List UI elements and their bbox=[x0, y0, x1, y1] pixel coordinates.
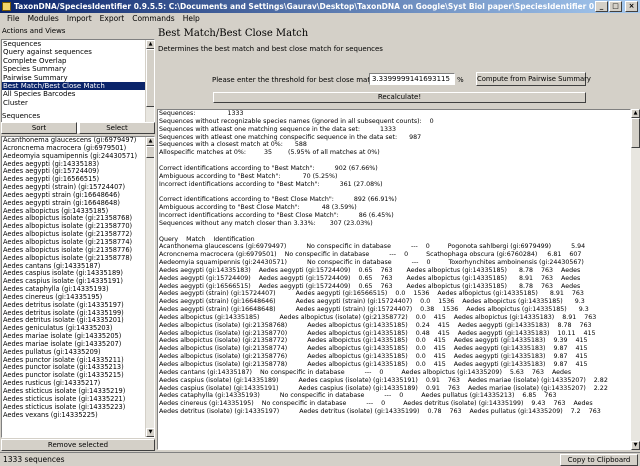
window-title: TaxonDNA/SpeciesIdentifier 0.9.5.5: C:\D… bbox=[14, 2, 599, 11]
view-item[interactable]: Cluster bbox=[2, 99, 154, 107]
result-line: Sequences with a closest match at 0%: 58… bbox=[159, 141, 307, 149]
result-line: Sequences with atleast one matching cons… bbox=[159, 133, 422, 141]
status-text: 1333 sequences bbox=[3, 455, 65, 464]
menu-item-import[interactable]: Import bbox=[63, 13, 96, 25]
views-label: Actions and Views bbox=[2, 27, 66, 35]
result-line: Aedes caspius (isolate) (gi:14335189) Ae… bbox=[159, 376, 608, 384]
select-button[interactable]: Select bbox=[79, 122, 155, 134]
results-textarea[interactable]: Sequences: 1333 Sequences without recogni… bbox=[157, 109, 631, 450]
menu-item-help[interactable]: Help bbox=[179, 13, 204, 25]
result-line: Aedeomyia squamipennis (gi:24430571) No … bbox=[159, 259, 584, 267]
menu-item-file[interactable]: File bbox=[3, 13, 24, 25]
sequence-scrollbar[interactable]: ▲ ▼ bbox=[145, 137, 154, 437]
view-item[interactable]: Best Match/Best Close Match bbox=[2, 81, 154, 91]
view-item[interactable]: Sequences bbox=[2, 40, 154, 48]
threshold-label: Please enter the threshold for best clos… bbox=[212, 76, 381, 84]
app-icon bbox=[2, 2, 11, 11]
close-button[interactable]: × bbox=[625, 1, 638, 12]
view-item[interactable]: Complete Overlap bbox=[2, 57, 154, 65]
view-item[interactable]: Query against sequences bbox=[2, 48, 154, 56]
page-description: Determines the best match and best close… bbox=[158, 45, 383, 53]
window-controls: _ □ × bbox=[595, 1, 638, 12]
result-line: Sequences: 1333 bbox=[159, 110, 244, 117]
result-line: Ambiguous according to "Best Close Match… bbox=[159, 204, 357, 212]
remove-selected-button[interactable]: Remove selected bbox=[1, 439, 155, 451]
result-line: Correct identifications according to "Be… bbox=[159, 164, 378, 172]
compute-from-pairwise-button[interactable]: Compute from Pairwise Summary bbox=[476, 72, 591, 86]
page-title: Best Match/Best Close Match bbox=[158, 28, 309, 39]
scroll-up-icon[interactable]: ▲ bbox=[631, 109, 640, 118]
result-line: Aedes albopictus (isolate) (gi:21358778)… bbox=[159, 361, 588, 368]
result-line: Acanthonema glaucescens (gi:6979497) No … bbox=[159, 243, 586, 251]
scroll-thumb[interactable] bbox=[146, 49, 154, 107]
result-line: Aedes aegypti (strain) (gi:16648646) Aed… bbox=[159, 298, 585, 306]
main-panel: Best Match/Best Close Match Determines t… bbox=[157, 26, 640, 452]
scroll-up-icon[interactable]: ▲ bbox=[146, 40, 154, 49]
scroll-down-icon[interactable]: ▼ bbox=[146, 428, 154, 437]
view-item[interactable]: Species Summary bbox=[2, 65, 154, 73]
recalculate-button[interactable]: Recalculate! bbox=[213, 92, 586, 103]
left-panel: Actions and Views Sequences Query against… bbox=[0, 26, 156, 452]
menu-item-export[interactable]: Export bbox=[96, 13, 129, 25]
sort-button[interactable]: Sort bbox=[1, 122, 77, 134]
maximize-button[interactable]: □ bbox=[609, 1, 622, 12]
result-line bbox=[158, 188, 630, 196]
result-line: Aedes albopictus (isolate) (gi:21358770)… bbox=[159, 329, 596, 337]
result-line: Aedes albopictus (gi:14335185) Aedes alb… bbox=[159, 313, 597, 321]
scroll-thumb[interactable] bbox=[146, 146, 154, 158]
result-line: Aedes cantans (gi:14335187) No conspecif… bbox=[159, 368, 572, 376]
result-line bbox=[158, 157, 630, 165]
result-line: Aedes aegypti (gi:14335183) Aedes aegypt… bbox=[159, 266, 581, 274]
title-bar: TaxonDNA/SpeciesIdentifier 0.9.5.5: C:\D… bbox=[0, 0, 640, 13]
result-line: Sequences without recognizable species n… bbox=[159, 117, 434, 125]
result-line: Aedes albopictus (isolate) (gi:21358776)… bbox=[159, 353, 588, 361]
result-line: Aedes aegypti (gi:16566515) Aedes aegypt… bbox=[159, 282, 581, 290]
views-scrollbar[interactable]: ▲ ▼ bbox=[145, 40, 154, 132]
result-line: Incorrect identifications according to "… bbox=[159, 211, 394, 219]
view-item[interactable]: All Species Barcodes bbox=[2, 90, 154, 98]
result-line: Aedes detritus (isolate) (gi:14335197) A… bbox=[159, 408, 601, 416]
minimize-button[interactable]: _ bbox=[595, 1, 608, 12]
result-line: Aedes albopictus (isolate) (gi:21358768)… bbox=[159, 321, 592, 329]
result-line: Aedes aegypti (strain) (gi:15724407) Aed… bbox=[159, 290, 584, 298]
result-line: Aedes albopictus (isolate) (gi:21358772)… bbox=[159, 337, 588, 345]
result-line: Ambiguous according to "Best Match": 70 … bbox=[159, 172, 338, 180]
percent-label: % bbox=[457, 76, 464, 84]
results-scrollbar[interactable]: ▲ ▼ bbox=[631, 109, 640, 450]
result-line: Acroncnema macrocera (gi:6979501) No con… bbox=[159, 251, 582, 259]
result-line: Correct identifications according to "Be… bbox=[159, 196, 397, 204]
result-line: Aedes albopictus (isolate) (gi:21358774)… bbox=[159, 345, 588, 353]
scroll-down-icon[interactable]: ▼ bbox=[631, 441, 640, 450]
menu-item-modules[interactable]: Modules bbox=[24, 13, 63, 25]
result-line bbox=[158, 228, 630, 236]
result-line: Incorrect identifications according to "… bbox=[159, 180, 383, 188]
result-line: Sequences with atleast one matching sequ… bbox=[159, 125, 397, 133]
result-line: Aedes cinereus (gi:14335195) No conspeci… bbox=[159, 400, 593, 408]
result-line: Sequences without any match closer than … bbox=[159, 219, 373, 227]
menu-item-commands[interactable]: Commands bbox=[128, 13, 178, 25]
result-line: Query Match Identification bbox=[159, 235, 255, 243]
result-line: Aedes aegypti (strain) (gi:16648648) Aed… bbox=[159, 306, 589, 314]
threshold-input[interactable]: 3.3399999141693115 bbox=[369, 73, 455, 85]
result-line: Aedes caspius (isolate) (gi:14335191) Ae… bbox=[159, 384, 608, 392]
sequence-list[interactable]: Acanthonema glaucescens (gi:6979497) Acro… bbox=[1, 136, 155, 438]
sequences-label: Sequences bbox=[2, 112, 41, 120]
view-item[interactable]: Pairwise Summary bbox=[2, 74, 154, 82]
result-line: Aedes cataphylla (gi:14335193) No conspe… bbox=[159, 392, 557, 400]
menu-bar: File Modules Import Export Commands Help bbox=[0, 13, 640, 25]
scroll-up-icon[interactable]: ▲ bbox=[146, 137, 154, 146]
status-bar: 1333 sequences Copy to Clipboard bbox=[0, 452, 640, 466]
copy-to-clipboard-button[interactable]: Copy to Clipboard bbox=[560, 454, 638, 466]
result-line: Allospecific matches at 0%: 35 (5.95% of… bbox=[159, 149, 380, 157]
sequence-item[interactable]: Aedes vexans (gi:14335225) bbox=[2, 411, 154, 420]
result-line: Aedes aegypti (gi:15724409) Aedes aegypt… bbox=[159, 274, 581, 282]
scroll-thumb[interactable] bbox=[631, 118, 640, 148]
